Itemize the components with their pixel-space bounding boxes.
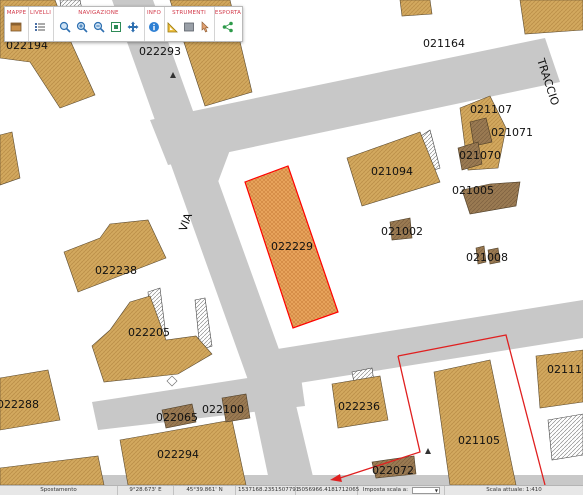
parcel-label: 021115: [547, 363, 583, 376]
parcel-label: 021070: [459, 149, 501, 162]
parcel-label: 022236: [338, 400, 380, 413]
zoom-search-icon[interactable]: [58, 20, 72, 34]
toolbar-group-title: STRUMENTI: [172, 10, 206, 16]
parcel-label: 022294: [157, 448, 199, 461]
parcel-label: 022229: [271, 240, 313, 253]
toolbar-group-mappe: MAPPE: [5, 7, 29, 41]
map-layers-icon[interactable]: [9, 20, 23, 34]
toolbar-group-strumenti: STRUMENTI: [164, 7, 215, 41]
parcel-label: 021107: [470, 103, 512, 116]
pointer-icon[interactable]: [198, 20, 212, 34]
toolbar-group-title: INFO: [146, 10, 162, 16]
parcel-label: 022238: [95, 264, 137, 277]
layer-list-icon[interactable]: [33, 20, 47, 34]
map-marker-small-2: [425, 448, 431, 454]
zoom-in-icon[interactable]: [75, 20, 89, 34]
zoom-extent-icon[interactable]: [109, 20, 123, 34]
share-icon[interactable]: [221, 20, 235, 34]
chevron-down-icon: ▼: [434, 487, 438, 493]
parcel-label: 022293: [139, 45, 181, 58]
parcel-label: 021164: [423, 37, 465, 50]
parcel-label: 022288: [0, 398, 39, 411]
pan-icon[interactable]: [126, 20, 140, 34]
parcel-label: 022072: [372, 464, 414, 477]
parcel-label: 022100: [202, 403, 244, 416]
scale-select[interactable]: ▼: [412, 486, 440, 494]
parcel-label: 021002: [381, 225, 423, 238]
parcel-label: 022205: [128, 326, 170, 339]
toolbar-group-navigazione: NAVIGAZIONE: [53, 7, 145, 41]
toolbar-group-info: INFO: [144, 7, 165, 41]
toolbar-group-title: NAVIGAZIONE: [78, 10, 119, 16]
area-icon[interactable]: [182, 20, 196, 34]
parcel-label: 021094: [371, 165, 413, 178]
parcel-label: 022065: [156, 411, 198, 424]
map-marker-diamond: [166, 375, 178, 387]
info-icon[interactable]: [147, 20, 161, 34]
parcel-label: 021008: [466, 251, 508, 264]
parcel-label: 021105: [458, 434, 500, 447]
toolbar-group-title: ESPORTA: [214, 10, 242, 16]
toolbar-group-esporta: ESPORTA: [214, 7, 242, 41]
toolbar-group-title: LIVELLI: [29, 10, 52, 16]
toolbar-group-livelli: LIVELLI: [28, 7, 54, 41]
zoom-out-icon[interactable]: [92, 20, 106, 34]
toolbar-group-title: MAPPE: [6, 10, 27, 16]
measure-icon[interactable]: [166, 20, 180, 34]
map-canvas[interactable]: VIA TRACCIO 022194 022293 021164 021107 …: [0, 0, 583, 485]
parcel-label: 021071: [491, 126, 533, 139]
parcel-label: 021005: [452, 184, 494, 197]
map-toolbar: MAPPE LIVELLI NAVIGAZIONE INFO STRUMENTI…: [4, 6, 243, 42]
